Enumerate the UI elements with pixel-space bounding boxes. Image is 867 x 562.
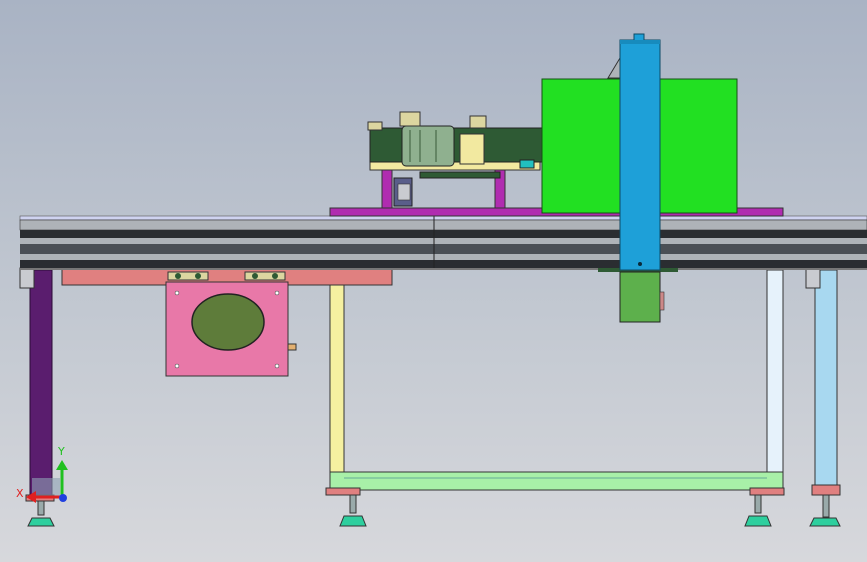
- column-base-bracket: [598, 268, 678, 323]
- drive-head: [367, 111, 543, 209]
- cad-viewport[interactable]: X Y: [0, 0, 867, 562]
- conveyor-rail: [19, 215, 867, 270]
- assembly-drawing: X Y: [16, 33, 867, 527]
- right-leg: [805, 267, 841, 527]
- x-axis-label: X: [16, 487, 24, 500]
- motor-plate: [165, 271, 297, 377]
- z-axis-dot: [59, 494, 67, 502]
- y-axis-label: Y: [57, 445, 65, 458]
- y-axis-arrowhead: [56, 460, 68, 470]
- lower-frame: [325, 269, 785, 527]
